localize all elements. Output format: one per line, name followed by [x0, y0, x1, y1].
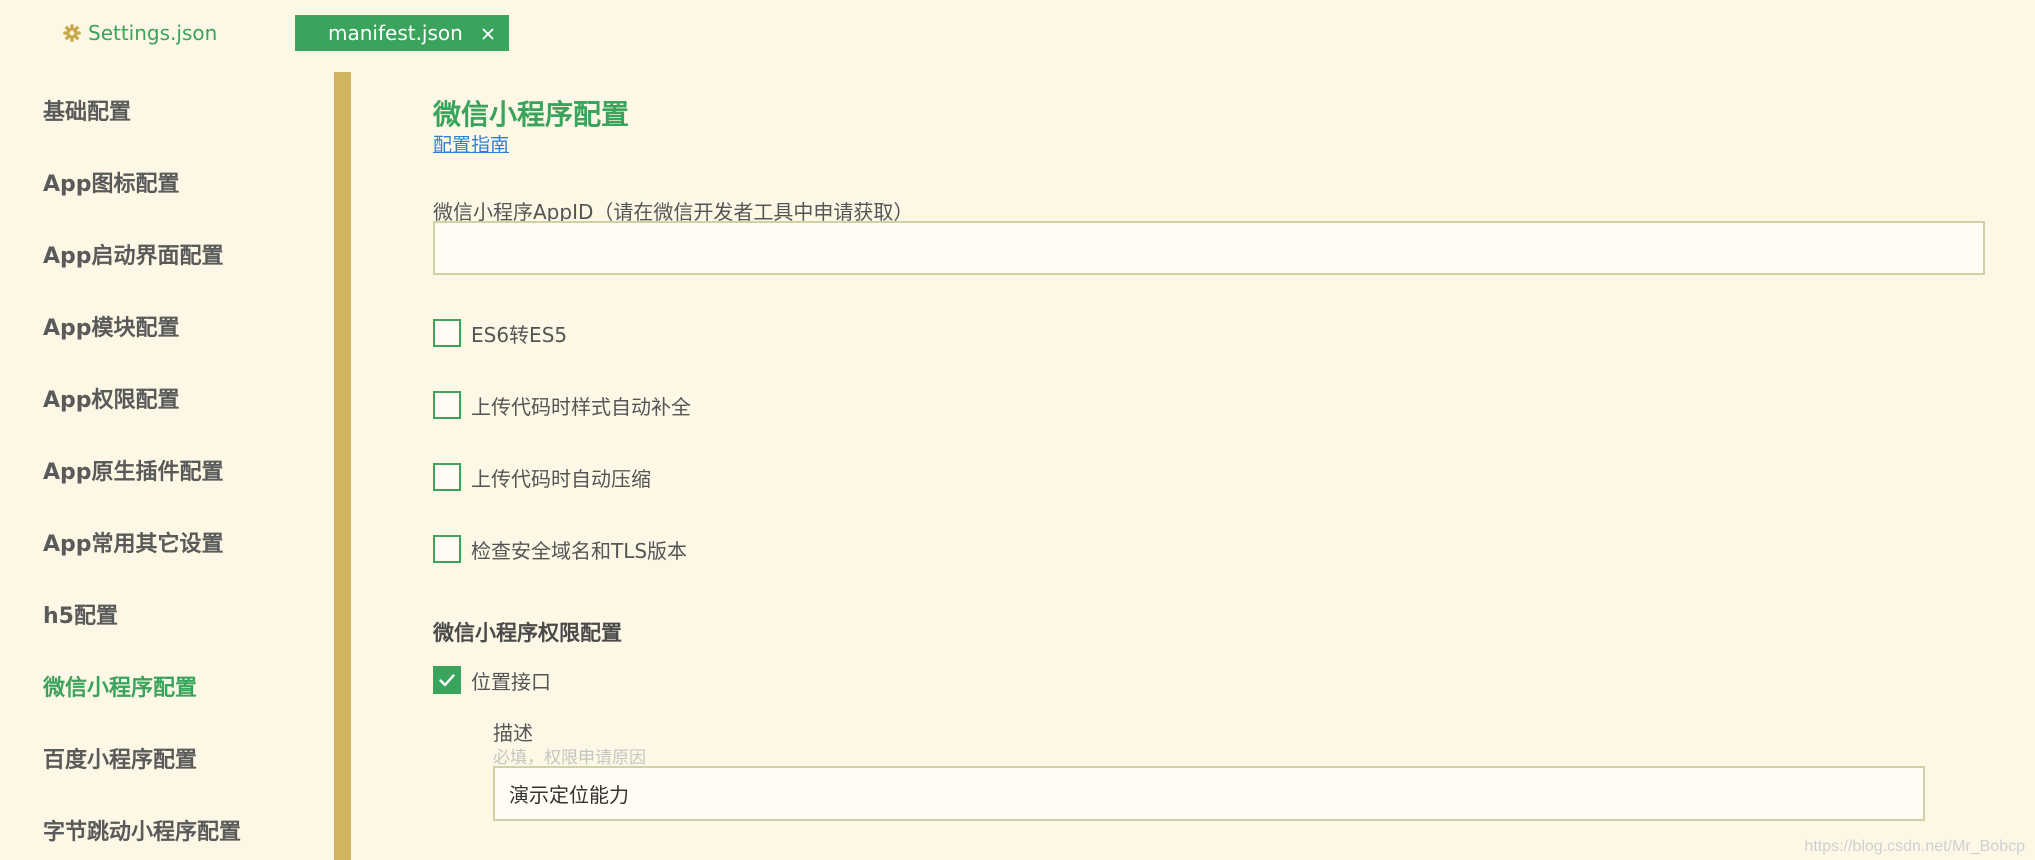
sidebar-item-baidu-miniprogram[interactable]: 百度小程序配置 — [43, 742, 197, 774]
es6-to-es5-checkbox[interactable] — [433, 319, 461, 347]
style-autocomplete-checkbox[interactable] — [433, 391, 461, 419]
config-guide-link[interactable]: 配置指南 — [433, 130, 509, 157]
sidebar-item-wechat-miniprogram[interactable]: 微信小程序配置 — [43, 670, 197, 702]
gear-icon — [62, 23, 82, 43]
description-input[interactable] — [493, 766, 1925, 821]
option-check-domain-tls[interactable]: 检查安全域名和TLS版本 — [433, 534, 687, 564]
sidebar-item-app-permissions[interactable]: App权限配置 — [43, 382, 180, 414]
sidebar-item-app-other-settings[interactable]: App常用其它设置 — [43, 526, 224, 558]
option-style-autocomplete[interactable]: 上传代码时样式自动补全 — [433, 390, 691, 420]
tab-settings-json[interactable]: Settings.json — [62, 17, 217, 49]
sidebar-item-bytedance-miniprogram[interactable]: 字节跳动小程序配置 — [43, 814, 241, 846]
tab-settings-label: Settings.json — [88, 21, 218, 45]
check-domain-tls-label: 检查安全域名和TLS版本 — [471, 538, 688, 563]
option-es6-to-es5[interactable]: ES6转ES5 — [433, 318, 567, 348]
check-domain-tls-checkbox[interactable] — [433, 535, 461, 563]
auto-minify-label: 上传代码时自动压缩 — [471, 466, 651, 491]
sidebar-divider — [334, 72, 351, 860]
sidebar-item-app-native-plugins[interactable]: App原生插件配置 — [43, 454, 224, 486]
style-autocomplete-label: 上传代码时样式自动补全 — [471, 394, 691, 419]
auto-minify-checkbox[interactable] — [433, 463, 461, 491]
sidebar-item-app-icon[interactable]: App图标配置 — [43, 166, 180, 198]
appid-input[interactable] — [433, 221, 1985, 275]
permissions-section-title: 微信小程序权限配置 — [433, 621, 622, 645]
description-label: 描述 — [493, 721, 533, 745]
es6-to-es5-label: ES6转ES5 — [471, 322, 568, 347]
sidebar-item-h5[interactable]: h5配置 — [43, 598, 118, 630]
main-content: 微信小程序配置 配置指南 微信小程序AppID（请在微信开发者工具中申请获取） … — [433, 0, 2035, 860]
settings-sidebar: 基础配置 App图标配置 App启动界面配置 App模块配置 App权限配置 A… — [0, 72, 334, 860]
check-icon — [439, 674, 455, 687]
option-location-api[interactable]: 位置接口 — [433, 665, 551, 695]
sidebar-item-basic[interactable]: 基础配置 — [43, 94, 131, 126]
page-title: 微信小程序配置 — [433, 98, 630, 131]
option-auto-minify[interactable]: 上传代码时自动压缩 — [433, 462, 651, 492]
description-hint: 必填，权限申请原因 — [493, 748, 646, 768]
watermark: https://blog.csdn.net/Mr_Bobcp — [1804, 838, 2025, 855]
sidebar-item-app-modules[interactable]: App模块配置 — [43, 310, 180, 342]
location-api-label: 位置接口 — [471, 669, 551, 694]
location-api-checkbox[interactable] — [433, 666, 461, 694]
sidebar-item-app-splash[interactable]: App启动界面配置 — [43, 238, 224, 270]
